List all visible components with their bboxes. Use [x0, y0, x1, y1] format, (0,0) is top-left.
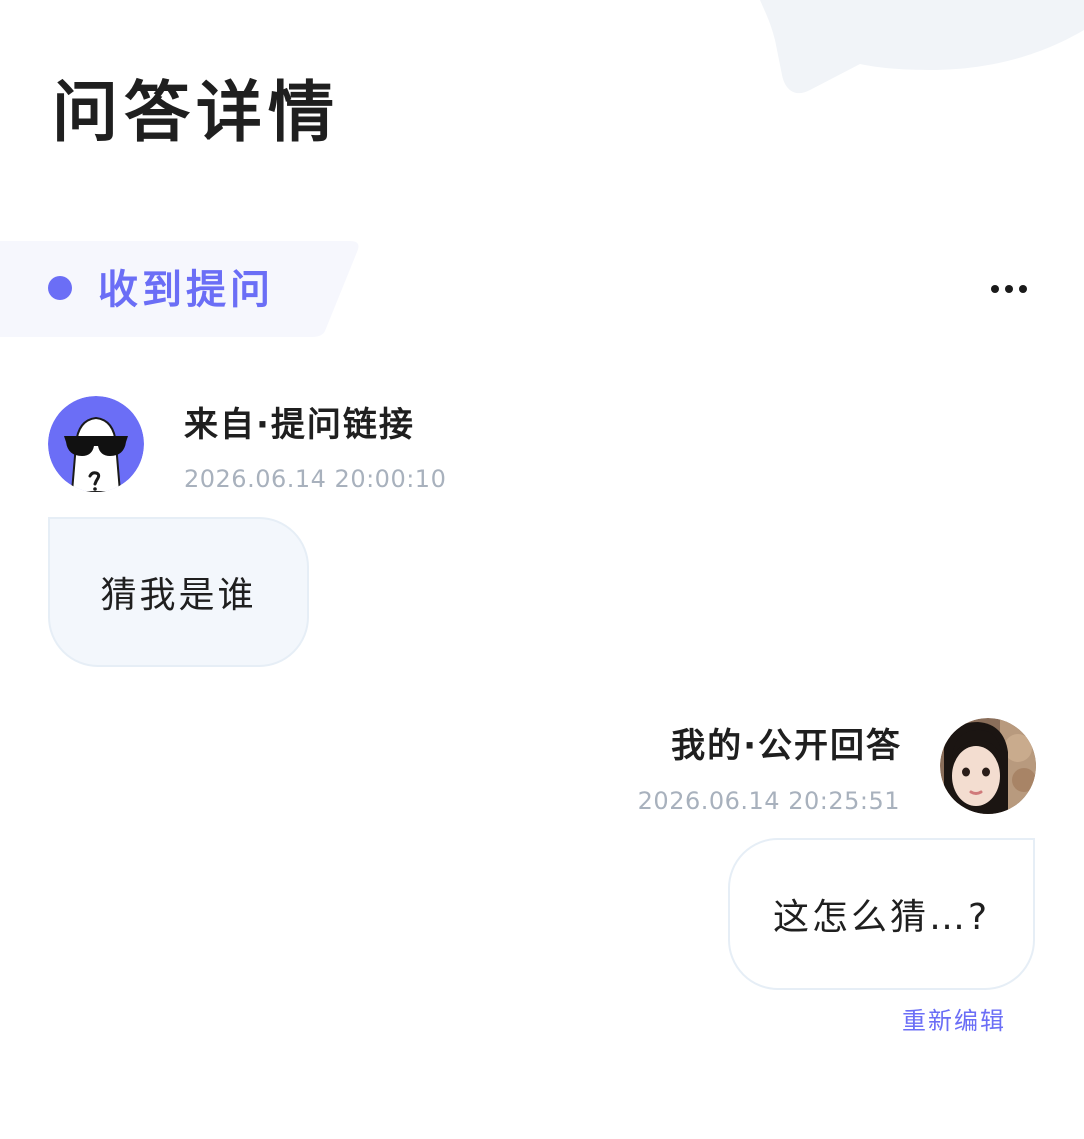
- user-photo-avatar-icon: [940, 718, 1036, 814]
- question-text: 猜我是谁: [100, 575, 257, 616]
- more-horizontal-icon-dot: [1005, 285, 1013, 293]
- more-horizontal-icon-dot: [991, 285, 999, 293]
- my-avatar[interactable]: [940, 718, 1036, 814]
- section-label: 收到提问: [98, 267, 274, 313]
- answer-timestamp: 2026.06.14 20:25:51: [637, 787, 900, 815]
- asker-source-label: 来自·提问链接: [184, 405, 415, 445]
- answer-text: 这怎么猜…?: [772, 897, 991, 938]
- page-title: 问答详情: [52, 74, 340, 151]
- asker-avatar[interactable]: [48, 396, 144, 492]
- question-timestamp: 2026.06.14 20:00:10: [184, 465, 447, 493]
- decorative-bubble-shape: [760, 0, 1084, 94]
- more-options-button[interactable]: [980, 272, 1038, 306]
- answer-bubble: 这怎么猜…?: [728, 838, 1035, 990]
- more-horizontal-icon-dot: [1019, 285, 1027, 293]
- section-indicator-dot: [48, 276, 72, 300]
- question-bubble: 猜我是谁: [48, 517, 309, 667]
- re-edit-button[interactable]: 重新编辑: [902, 1004, 1006, 1038]
- anonymous-sunglasses-icon: [48, 396, 144, 492]
- answer-source-label: 我的·公开回答: [671, 726, 902, 766]
